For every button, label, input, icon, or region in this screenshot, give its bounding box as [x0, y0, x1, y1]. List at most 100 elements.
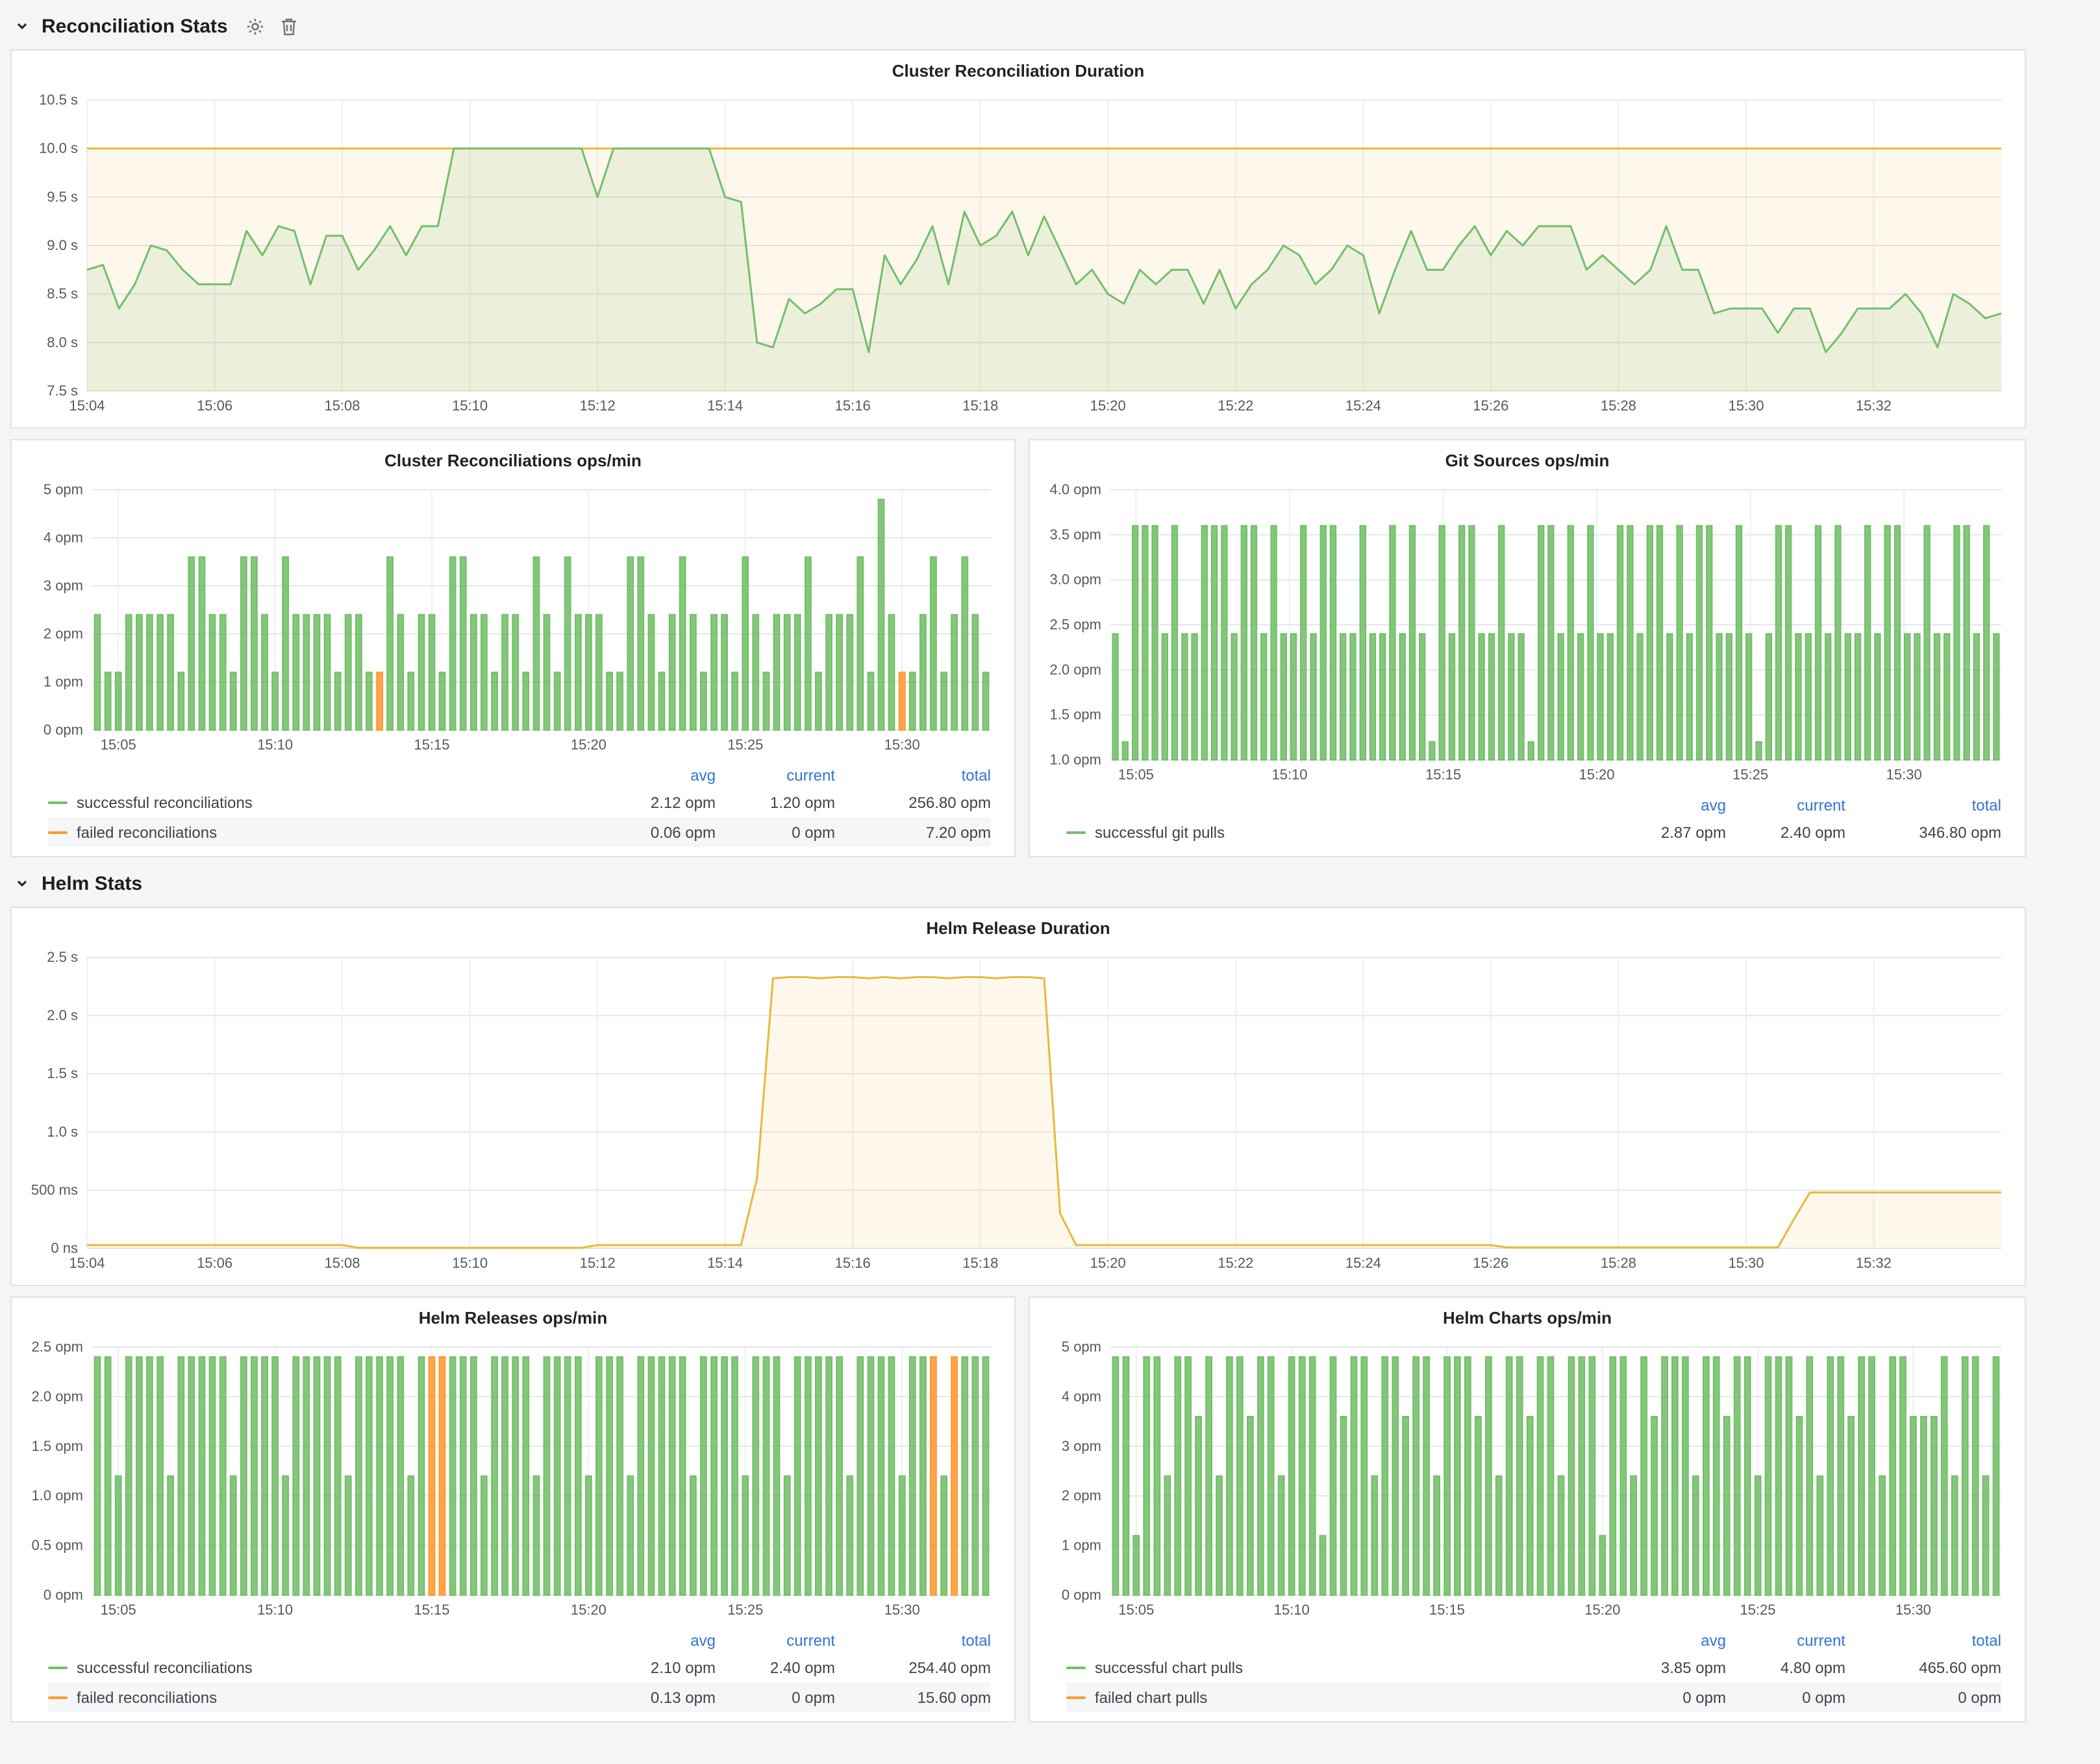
svg-text:15:10: 15:10: [257, 1602, 293, 1618]
panel-title[interactable]: Cluster Reconciliations ops/min: [25, 446, 1001, 477]
legend-total-value: 346.80 opm: [1845, 823, 2001, 841]
svg-text:15:14: 15:14: [707, 397, 743, 414]
svg-text:0 opm: 0 opm: [1062, 1587, 1101, 1603]
legend-avg-value: 2.10 opm: [596, 1658, 716, 1676]
chart-canvas[interactable]: 7.5 s8.0 s8.5 s9.0 s9.5 s10.0 s10.5 s15:…: [25, 87, 2012, 420]
legend-series-successful-reconciliations[interactable]: successful reconciliations: [48, 793, 596, 811]
section-header-reconciliation-stats[interactable]: Reconciliation Stats: [13, 10, 2100, 42]
svg-text:15:30: 15:30: [1895, 1602, 1931, 1618]
legend-header: avg current total: [48, 1628, 991, 1652]
legend-series-failed-chart-pulls[interactable]: failed chart pulls: [1066, 1688, 1606, 1706]
svg-text:15:12: 15:12: [580, 397, 616, 414]
legend: avg current total successful chart pulls…: [1043, 1624, 2012, 1713]
legend: avg current total successful reconciliat…: [25, 1624, 1001, 1713]
trash-icon[interactable]: [281, 16, 298, 36]
cluster-reconciliations-ops-chart[interactable]: 0 opm1 opm2 opm3 opm4 opm5 opm15:0515:10…: [25, 477, 1001, 759]
legend-series-label: successful reconciliations: [77, 1658, 253, 1676]
chart-canvas[interactable]: 1.0 opm1.5 opm2.0 opm2.5 opm3.0 opm3.5 o…: [1043, 477, 2012, 788]
series-color-dash: [48, 801, 68, 803]
svg-text:15:24: 15:24: [1345, 1255, 1381, 1271]
legend-col-current[interactable]: current: [716, 1631, 835, 1649]
legend-current-value: 0 opm: [1726, 1688, 1845, 1706]
cluster-reconciliation-duration-chart[interactable]: 7.5 s8.0 s8.5 s9.0 s9.5 s10.0 s10.5 s15:…: [25, 87, 2012, 420]
legend-col-total[interactable]: total: [1845, 1631, 2001, 1649]
svg-text:15:30: 15:30: [884, 1602, 920, 1618]
legend-row: successful reconciliations 2.10 opm 2.40…: [48, 1652, 991, 1682]
chart-canvas[interactable]: 0 opm1 opm2 opm3 opm4 opm5 opm15:0515:10…: [1043, 1334, 2012, 1624]
series-color-dash: [48, 1696, 68, 1698]
legend-series-successful-reconciliations[interactable]: successful reconciliations: [48, 1658, 596, 1676]
legend-col-total[interactable]: total: [1845, 796, 2001, 814]
panel-title[interactable]: Git Sources ops/min: [1043, 446, 2012, 477]
chevron-down-icon: [13, 17, 31, 35]
svg-text:4.0 opm: 4.0 opm: [1050, 481, 1102, 498]
legend-series-successful-git-pulls[interactable]: successful git pulls: [1066, 823, 1606, 841]
svg-text:15:25: 15:25: [727, 1602, 763, 1618]
svg-text:15:10: 15:10: [1271, 766, 1307, 783]
legend-series-label: failed reconciliations: [77, 823, 217, 841]
svg-text:15:30: 15:30: [884, 737, 920, 753]
legend-series-failed-reconciliations[interactable]: failed reconciliations: [48, 823, 596, 841]
helm-releases-ops-chart[interactable]: 0 opm0.5 opm1.0 opm1.5 opm2.0 opm2.5 opm…: [25, 1334, 1001, 1624]
legend-col-current[interactable]: current: [1726, 796, 1845, 814]
legend-col-current[interactable]: current: [1726, 1631, 1845, 1649]
legend-total-value: 256.80 opm: [835, 793, 991, 811]
legend-col-avg[interactable]: avg: [1606, 796, 1726, 814]
svg-text:15:18: 15:18: [962, 1255, 998, 1271]
svg-text:15:30: 15:30: [1728, 397, 1764, 414]
legend-current-value: 0 opm: [716, 823, 835, 841]
svg-text:2.0 opm: 2.0 opm: [1050, 661, 1102, 677]
legend-col-total[interactable]: total: [835, 1631, 991, 1649]
legend-row: successful git pulls 2.87 opm 2.40 opm 3…: [1066, 817, 2001, 847]
svg-text:2.5 opm: 2.5 opm: [32, 1339, 84, 1355]
git-sources-ops-chart[interactable]: 1.0 opm1.5 opm2.0 opm2.5 opm3.0 opm3.5 o…: [1043, 477, 2012, 788]
svg-text:1.0 opm: 1.0 opm: [1050, 751, 1102, 768]
svg-text:15:20: 15:20: [1090, 1255, 1126, 1271]
svg-text:15:20: 15:20: [1090, 397, 1126, 414]
chart-canvas[interactable]: 0 opm0.5 opm1.0 opm1.5 opm2.0 opm2.5 opm…: [25, 1334, 1001, 1624]
legend-series-label: successful git pulls: [1095, 823, 1225, 841]
panel-title[interactable]: Helm Release Duration: [25, 913, 2012, 944]
svg-text:2 opm: 2 opm: [1062, 1487, 1101, 1504]
svg-text:2.0 s: 2.0 s: [47, 1007, 78, 1024]
svg-text:15:16: 15:16: [835, 1255, 871, 1271]
svg-text:4 opm: 4 opm: [1062, 1388, 1101, 1404]
helm-charts-ops-chart[interactable]: 0 opm1 opm2 opm3 opm4 opm5 opm15:0515:10…: [1043, 1334, 2012, 1624]
svg-text:15:05: 15:05: [101, 1602, 136, 1618]
svg-text:7.5 s: 7.5 s: [47, 383, 78, 399]
legend-col-total[interactable]: total: [835, 766, 991, 784]
chart-canvas[interactable]: 0 opm1 opm2 opm3 opm4 opm5 opm15:0515:10…: [25, 477, 1001, 759]
chart-canvas[interactable]: 0 ns500 ms1.0 s1.5 s2.0 s2.5 s15:0415:06…: [25, 944, 2012, 1277]
svg-text:1.0 opm: 1.0 opm: [32, 1487, 84, 1504]
legend-col-avg[interactable]: avg: [596, 1631, 716, 1649]
legend-row: failed chart pulls 0 opm 0 opm 0 opm: [1066, 1682, 2001, 1712]
legend-row: successful chart pulls 3.85 opm 4.80 opm…: [1066, 1652, 2001, 1682]
svg-text:2.5 opm: 2.5 opm: [1050, 616, 1102, 633]
svg-text:15:32: 15:32: [1856, 397, 1892, 414]
svg-text:15:30: 15:30: [1886, 766, 1922, 783]
legend-col-avg[interactable]: avg: [1606, 1631, 1726, 1649]
chevron-down-icon: [13, 874, 31, 892]
svg-text:1.5 opm: 1.5 opm: [1050, 707, 1102, 723]
svg-text:9.0 s: 9.0 s: [47, 237, 78, 253]
panel-title[interactable]: Helm Releases ops/min: [25, 1303, 1001, 1334]
legend-header: avg current total: [1066, 792, 2001, 817]
svg-text:15:22: 15:22: [1218, 1255, 1253, 1271]
svg-text:1.0 s: 1.0 s: [47, 1124, 78, 1140]
section-header-helm-stats[interactable]: Helm Stats: [13, 868, 2100, 899]
legend-col-avg[interactable]: avg: [596, 766, 716, 784]
legend-total-value: 15.60 opm: [835, 1688, 991, 1706]
legend-series-successful-chart-pulls[interactable]: successful chart pulls: [1066, 1658, 1606, 1676]
legend-col-current[interactable]: current: [716, 766, 835, 784]
helm-release-duration-chart[interactable]: 0 ns500 ms1.0 s1.5 s2.0 s2.5 s15:0415:06…: [25, 944, 2012, 1277]
gear-icon[interactable]: [246, 16, 266, 36]
svg-text:3 opm: 3 opm: [44, 577, 83, 594]
legend-series-label: successful reconciliations: [77, 793, 253, 811]
legend-current-value: 0 opm: [716, 1688, 835, 1706]
panel-title[interactable]: Cluster Reconciliation Duration: [25, 56, 2012, 87]
svg-text:15:04: 15:04: [69, 397, 105, 414]
svg-text:3.5 opm: 3.5 opm: [1050, 526, 1102, 542]
legend-series-failed-reconciliations[interactable]: failed reconciliations: [48, 1688, 596, 1706]
panel-title[interactable]: Helm Charts ops/min: [1043, 1303, 2012, 1334]
svg-text:5 opm: 5 opm: [1062, 1339, 1101, 1355]
